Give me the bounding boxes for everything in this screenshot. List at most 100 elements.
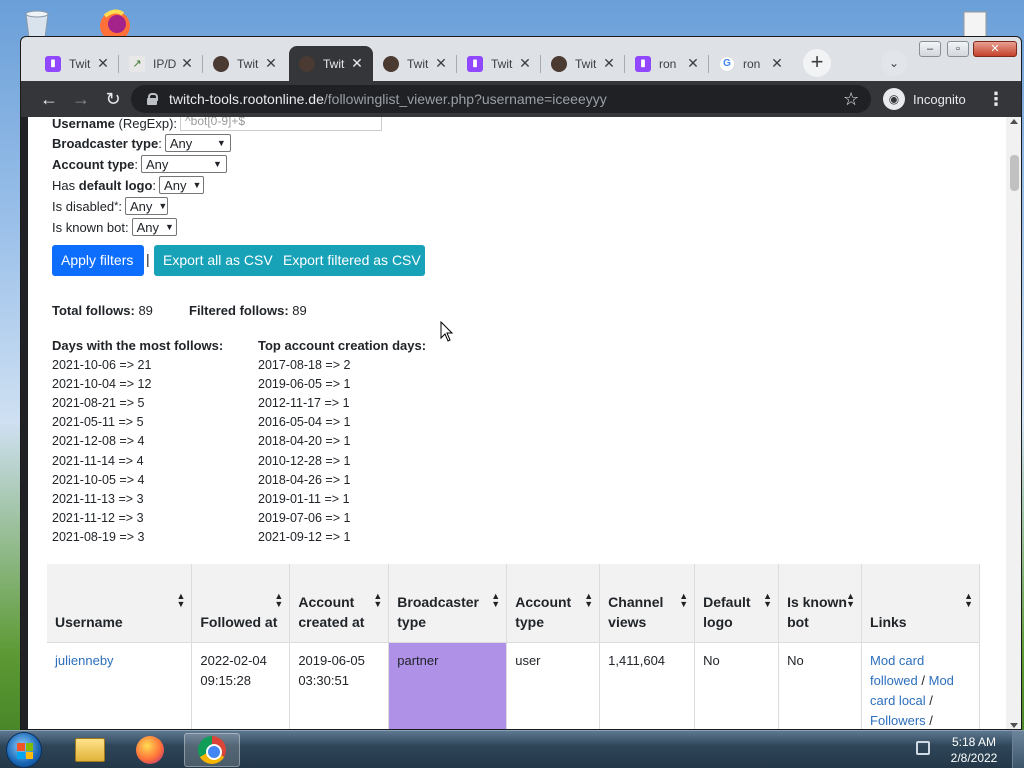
- known-bot-select[interactable]: Any ▼: [131, 218, 177, 236]
- tab-2[interactable]: ↗ IP/D ✕: [119, 46, 203, 81]
- close-tab-icon[interactable]: ✕: [769, 55, 785, 72]
- username-regexp-input[interactable]: ^bot[0-9]+$: [180, 117, 383, 131]
- disabled-label: Is disabled: [52, 198, 115, 214]
- tab-search-chevron-icon[interactable]: ⌄: [881, 50, 907, 76]
- taskbar-firefox[interactable]: [122, 733, 178, 767]
- sort-icon[interactable]: ▲ ▼: [964, 592, 973, 609]
- tab-1[interactable]: ▮ Twit ✕: [35, 46, 119, 81]
- mod-card-followed-link[interactable]: Mod card followed: [870, 653, 924, 688]
- tab-7[interactable]: Twit ✕: [541, 46, 625, 81]
- sort-icon[interactable]: ▲ ▼: [373, 592, 382, 609]
- total-follows: Total follows: 89: [52, 303, 153, 318]
- sort-icon[interactable]: ▲ ▼: [274, 592, 283, 609]
- mouse-cursor-icon: [440, 321, 454, 342]
- username-link[interactable]: julienneby: [55, 653, 114, 668]
- creation-day-item: 2016-05-04 => 1: [258, 415, 350, 434]
- scrollbar-thumb[interactable]: [1010, 155, 1019, 191]
- taskbar-explorer[interactable]: [62, 733, 118, 767]
- bookmark-star-icon[interactable]: ☆: [843, 85, 859, 113]
- windows-taskbar: 5:18 AM 2/8/2022: [0, 730, 1024, 768]
- column-header-label: Username: [55, 613, 123, 630]
- creation-day-count: 1: [343, 453, 351, 468]
- sort-icon[interactable]: ▲ ▼: [846, 592, 855, 609]
- default-logo-select[interactable]: Any ▼: [159, 176, 205, 194]
- column-header-account-type[interactable]: Account type ▲ ▼: [506, 564, 601, 643]
- follow-day-item: 2021-08-21 => 5: [52, 396, 144, 415]
- follow-day-count: 3: [136, 491, 144, 506]
- known-bot-filter-row: Is known bot: Any ▼: [52, 217, 177, 237]
- column-header-channel-views[interactable]: Channel views ▲ ▼: [599, 564, 696, 643]
- reload-icon[interactable]: ↻: [101, 87, 125, 111]
- back-arrow-icon[interactable]: ←: [37, 87, 61, 111]
- close-tab-icon[interactable]: ✕: [349, 55, 365, 72]
- follow-day-item: 2021-10-05 => 4: [52, 473, 144, 492]
- export-all-csv-button[interactable]: Export all as CSV: [163, 245, 273, 276]
- column-header-broadcaster-type[interactable]: Broadcaster type ▲ ▼: [388, 564, 508, 643]
- close-tab-icon[interactable]: ✕: [601, 55, 617, 72]
- account-type-select[interactable]: Any ▼: [140, 155, 227, 173]
- vertical-scrollbar[interactable]: [1006, 117, 1021, 729]
- disabled-note[interactable]: *: [114, 200, 118, 212]
- chevron-down-icon: ▼: [192, 180, 202, 190]
- show-desktop-button[interactable]: [1012, 731, 1024, 768]
- sort-icon[interactable]: ▲ ▼: [491, 592, 500, 609]
- scroll-up-icon[interactable]: [1010, 119, 1018, 124]
- tab-3[interactable]: Twit ✕: [203, 46, 287, 81]
- sort-icon[interactable]: ▲ ▼: [763, 592, 772, 609]
- creation-day-date: 2012-11-17 =>: [258, 396, 340, 411]
- disabled-select[interactable]: Any ▼: [125, 197, 168, 215]
- column-header-followed-at[interactable]: Followed at ▲ ▼: [191, 564, 291, 643]
- close-tab-icon[interactable]: ✕: [685, 55, 701, 72]
- avatar-icon: [551, 55, 567, 72]
- taskbar-chrome[interactable]: [184, 733, 240, 767]
- column-header-account-created-at[interactable]: Account created at ▲ ▼: [289, 564, 390, 643]
- window-close-button[interactable]: ✕: [973, 41, 1017, 57]
- column-header-username[interactable]: Username ▲ ▼: [47, 564, 193, 643]
- creation-day-count: 1: [343, 415, 351, 430]
- follow-day-date: 2021-10-06 =>: [52, 358, 135, 372]
- apply-filters-button[interactable]: Apply filters: [52, 245, 144, 276]
- export-filtered-csv-button[interactable]: Export filtered as CSV: [283, 245, 421, 276]
- close-tab-icon[interactable]: ✕: [433, 55, 449, 72]
- minimize-button[interactable]: –: [919, 41, 941, 57]
- incognito-indicator[interactable]: ◉ Incognito: [883, 85, 966, 113]
- chevron-down-icon: ▼: [216, 138, 226, 148]
- new-tab-button[interactable]: +: [803, 49, 831, 77]
- column-header-default-logo[interactable]: Default logo ▲ ▼: [694, 564, 780, 643]
- scroll-down-icon[interactable]: [1010, 723, 1018, 728]
- close-tab-icon[interactable]: ✕: [179, 55, 195, 72]
- sort-icon[interactable]: ▲ ▼: [584, 592, 593, 609]
- column-header-label: Is known bot: [787, 593, 847, 630]
- clock-time: 5:18 AM: [951, 735, 997, 749]
- creation-day-item: 2010-12-28 => 1: [258, 454, 350, 473]
- kebab-menu-icon[interactable]: ⋮: [987, 87, 1005, 111]
- broadcaster-type-filter-row: Broadcaster type: Any ▼: [52, 133, 231, 153]
- recycle-bin-icon[interactable]: [18, 6, 56, 40]
- close-tab-icon[interactable]: ✕: [263, 55, 279, 72]
- column-header-links[interactable]: Links ▲ ▼: [861, 564, 980, 643]
- forward-arrow-icon[interactable]: →: [69, 87, 93, 111]
- tab-9[interactable]: G ron ✕: [709, 46, 793, 81]
- maximize-button[interactable]: ▫: [947, 41, 969, 57]
- address-bar[interactable]: twitch-tools.rootonline.de/followinglist…: [131, 85, 871, 113]
- system-clock[interactable]: 5:18 AM 2/8/2022: [944, 734, 1004, 766]
- follow-day-date: 2021-10-05 =>: [52, 472, 135, 487]
- filtered-follows: Filtered follows: 89: [189, 303, 307, 318]
- follow-day-date: 2021-08-21 =>: [52, 396, 135, 411]
- sort-icon[interactable]: ▲ ▼: [176, 592, 185, 609]
- broadcaster-type-select[interactable]: Any ▼: [164, 134, 231, 152]
- follow-day-date: 2021-10-04 =>: [52, 377, 135, 392]
- followers-link[interactable]: Followers: [870, 713, 926, 728]
- column-header-is-known-bot[interactable]: Is known bot ▲ ▼: [778, 564, 863, 643]
- start-button[interactable]: [6, 732, 42, 768]
- tab-5[interactable]: Twit ✕: [373, 46, 457, 81]
- tab-6[interactable]: ▮ Twit ✕: [457, 46, 541, 81]
- network-tray-icon[interactable]: [916, 741, 930, 755]
- sort-icon[interactable]: ▲ ▼: [679, 592, 688, 609]
- tab-title: Twit: [237, 56, 259, 71]
- lock-icon[interactable]: [147, 93, 158, 105]
- close-tab-icon[interactable]: ✕: [517, 55, 533, 72]
- tab-8[interactable]: ▮ ron ✕: [625, 46, 709, 81]
- tab-4-active[interactable]: Twit ✕: [289, 46, 373, 81]
- close-tab-icon[interactable]: ✕: [95, 55, 111, 72]
